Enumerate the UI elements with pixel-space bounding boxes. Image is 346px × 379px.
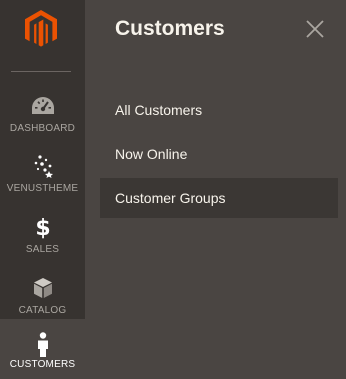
close-button[interactable] (305, 19, 325, 39)
svg-text:$: $ (35, 216, 50, 239)
submenu-label: All Customers (115, 102, 203, 118)
sparkle-icon (0, 154, 85, 178)
customers-flyout: Customers All Customers Now Online Custo… (85, 0, 346, 379)
nav-item-venustheme[interactable]: VENUSTHEME (0, 140, 85, 200)
nav-label: SALES (25, 244, 60, 255)
nav-item-catalog[interactable]: CATALOG (0, 262, 85, 322)
nav-item-customers[interactable]: CUSTOMERS (0, 319, 85, 379)
speedometer-icon (0, 94, 85, 118)
box-icon (0, 276, 85, 300)
submenu-all-customers[interactable]: All Customers (100, 90, 338, 130)
nav-item-dashboard[interactable]: DASHBOARD (0, 80, 85, 140)
submenu-label: Now Online (115, 146, 188, 162)
nav-label: CATALOG (18, 305, 67, 316)
admin-root: DASHBOARD VENUSTHEME $ SALES CATALOG CUS… (0, 0, 346, 379)
magento-logo[interactable] (25, 10, 57, 48)
submenu-label: Customer Groups (115, 190, 226, 206)
panel-title: Customers (115, 17, 225, 40)
nav-item-sales[interactable]: $ SALES (0, 201, 85, 261)
person-icon (0, 332, 85, 357)
logo-divider (11, 71, 71, 72)
submenu-customer-groups[interactable]: Customer Groups (100, 178, 338, 218)
admin-sidebar: DASHBOARD VENUSTHEME $ SALES CATALOG CUS… (0, 0, 85, 379)
nav-label: DASHBOARD (9, 123, 76, 134)
nav-label: CUSTOMERS (9, 359, 76, 370)
close-icon (306, 20, 324, 38)
dollar-icon: $ (0, 215, 85, 239)
submenu-now-online[interactable]: Now Online (100, 134, 338, 174)
nav-label: VENUSTHEME (6, 183, 79, 194)
